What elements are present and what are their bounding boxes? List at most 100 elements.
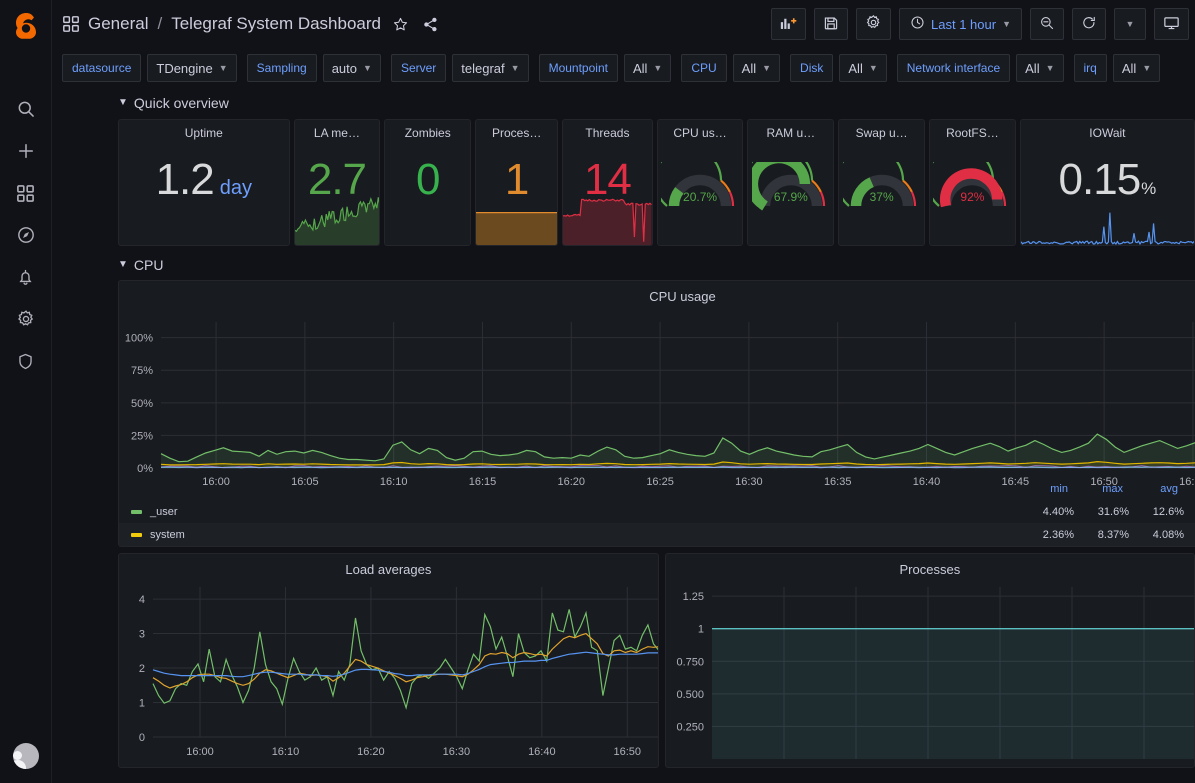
legend-series-name-cell[interactable]: system [119, 529, 1019, 541]
legend-header-current[interactable]: current▼ [1178, 483, 1195, 495]
table-row[interactable]: system 2.36% 8.37% 4.08% 3.89% [119, 523, 1195, 546]
svg-text:1: 1 [139, 698, 145, 710]
dashboard-settings-button[interactable] [856, 8, 891, 40]
avatar[interactable] [13, 743, 39, 769]
stat-panel-iowait[interactable]: IOWait0.15% [1020, 119, 1195, 246]
add-panel-icon [780, 15, 797, 34]
variable-value-dropdown[interactable]: telegraf ▼ [452, 54, 528, 82]
row-header-cpu[interactable]: ▼ CPU [52, 254, 1195, 276]
svg-text:0%: 0% [137, 463, 153, 475]
row-title: CPU [134, 257, 164, 273]
legend-series-name-cell[interactable]: _user [119, 506, 1019, 518]
gauge-value: 37% [839, 190, 924, 204]
stat-panel-zombies[interactable]: Zombies0 [384, 119, 471, 246]
svg-text:3: 3 [139, 629, 145, 641]
variable-value-dropdown[interactable]: All ▼ [1016, 54, 1063, 82]
refresh-interval-picker[interactable]: ▼ [1114, 8, 1146, 40]
share-icon[interactable] [421, 15, 439, 33]
kiosk-mode-button[interactable] [1154, 8, 1189, 40]
shield-icon [16, 352, 35, 371]
sparkline [476, 211, 557, 245]
quick-overview-panels: Uptime1.2dayLA me…2.7Zombies0Proces…1Thr… [52, 114, 1195, 246]
svg-text:0.500: 0.500 [676, 689, 704, 701]
variable-value-dropdown[interactable]: All ▼ [1113, 54, 1160, 82]
cpu-usage-graph[interactable]: 0%25%50%75%100%16:0016:0516:1016:1516:20… [119, 304, 1195, 494]
sidebar-item-explore[interactable] [15, 224, 37, 246]
add-panel-button[interactable] [771, 8, 806, 40]
save-button[interactable] [814, 8, 848, 40]
variable-value-dropdown[interactable]: TDengine ▼ [147, 54, 236, 82]
variable-value: All [1025, 61, 1039, 76]
svg-text:16:30: 16:30 [443, 746, 471, 758]
sparkline [563, 197, 651, 245]
row-header-quick-overview[interactable]: ▼ Quick overview [52, 92, 1195, 114]
page-title[interactable]: Telegraf System Dashboard [171, 14, 381, 34]
variable-value-dropdown[interactable]: All ▼ [733, 54, 780, 82]
left-sidebar [0, 0, 52, 783]
variable-value: All [848, 61, 862, 76]
table-row[interactable]: _user 4.40% 31.6% 12.6% 23.6% [119, 500, 1195, 523]
time-range-picker[interactable]: Last 1 hour ▼ [899, 8, 1022, 40]
stat-panel-proces[interactable]: Proces…1 [475, 119, 558, 246]
variable-network-interface: Network interface All ▼ [897, 54, 1064, 82]
zoom-out-time-button[interactable] [1030, 8, 1064, 40]
legend-header-min[interactable]: min [1013, 483, 1068, 495]
legend-series-name: system [150, 529, 185, 541]
variable-value: TDengine [156, 61, 212, 76]
stat-panel-uptime[interactable]: Uptime1.2day [118, 119, 290, 246]
main-area: General / Telegraf System Dashboard [52, 0, 1195, 783]
cpu-usage-legend: min max avg current▼ _user 4.40% 31.6% 1… [119, 477, 1195, 546]
chevron-down-icon: ▼ [1142, 63, 1151, 73]
sidebar-item-search[interactable] [15, 98, 37, 120]
variable-label: Sampling [247, 54, 317, 82]
svg-text:1: 1 [698, 624, 704, 636]
variable-cpu: CPU All ▼ [681, 54, 780, 82]
star-icon[interactable] [391, 15, 409, 33]
sidebar-item-dashboards[interactable] [15, 182, 37, 204]
variable-value-dropdown[interactable]: All ▼ [624, 54, 671, 82]
variable-label: Network interface [897, 54, 1010, 82]
sidebar-item-server-admin[interactable] [15, 350, 37, 372]
svg-text:50%: 50% [131, 398, 153, 410]
breadcrumb-folder[interactable]: General [88, 14, 148, 34]
stat-value: 0.15% [1021, 158, 1194, 202]
stat-panel-ramu[interactable]: RAM u…67.9% [747, 119, 834, 246]
svg-text:16:00: 16:00 [186, 746, 214, 758]
stat-number: 0.15 [1059, 158, 1141, 202]
panel-title: Load averages [119, 554, 658, 577]
breadcrumb-separator: / [156, 14, 163, 34]
gauge-visualization [658, 148, 743, 228]
legend-header-max[interactable]: max [1068, 483, 1123, 495]
legend-color-swatch [131, 510, 142, 514]
variable-value: auto [332, 61, 357, 76]
sidebar-item-create[interactable] [15, 140, 37, 162]
svg-text:0.250: 0.250 [676, 721, 704, 733]
sidebar-item-alerting[interactable] [15, 266, 37, 288]
legend-min: 2.36% [1019, 529, 1074, 541]
processes-graph[interactable]: 0.2500.5000.75011.25 [666, 577, 1194, 765]
save-icon [823, 15, 839, 34]
svg-text:1.25: 1.25 [682, 591, 703, 603]
legend-header-avg[interactable]: avg [1123, 483, 1178, 495]
variable-label: Server [391, 54, 446, 82]
variable-value-dropdown[interactable]: auto ▼ [323, 54, 381, 82]
sparkline [295, 195, 380, 245]
breadcrumb: General / Telegraf System Dashboard [62, 14, 381, 34]
load-averages-graph[interactable]: 0123416:0016:1016:2016:3016:4016:50 [119, 577, 658, 765]
variable-disk: Disk All ▼ [790, 54, 887, 82]
stat-number: 0 [416, 158, 439, 202]
stat-panel-rootfs[interactable]: RootFS…92% [929, 119, 1016, 246]
chevron-down-icon: ▼ [1126, 19, 1135, 29]
stat-panel-cpuus[interactable]: CPU us…20.7% [657, 119, 744, 246]
stat-value: 0 [385, 158, 470, 202]
search-icon [16, 99, 36, 119]
stat-panel-swapu[interactable]: Swap u…37% [838, 119, 925, 246]
gauge-visualization [748, 148, 833, 228]
grafana-logo[interactable] [0, 6, 52, 46]
panel-title: Threads [563, 120, 651, 140]
sidebar-item-configuration[interactable] [15, 308, 37, 330]
stat-panel-lame[interactable]: LA me…2.7 [294, 119, 381, 246]
refresh-button[interactable] [1072, 8, 1106, 40]
variable-value-dropdown[interactable]: All ▼ [839, 54, 886, 82]
stat-panel-threads[interactable]: Threads14 [562, 119, 652, 246]
